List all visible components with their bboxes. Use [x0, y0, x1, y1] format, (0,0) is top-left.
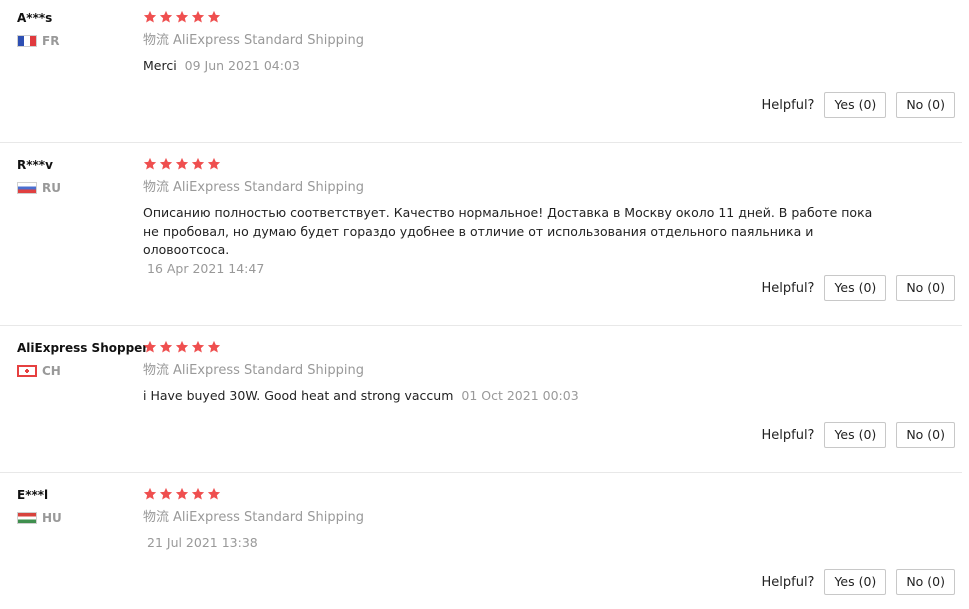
review-item: AliExpress Shopper CH 物流 AliExpress Stand…	[0, 330, 962, 473]
star-rating	[143, 155, 923, 173]
star-icon	[175, 340, 189, 353]
star-icon	[207, 10, 221, 23]
reviewer-name: AliExpress Shopper	[17, 341, 149, 355]
review-list: A***s FR 物流 AliExpress Standard Shipping …	[0, 0, 969, 609]
review-feedback: i Have buyed 30W. Good heat and strong v…	[143, 387, 923, 406]
reviewer-info: R***v RU	[17, 157, 142, 195]
reviewer-name: E***l	[17, 488, 49, 502]
review-date: 21 Jul 2021 13:38	[147, 535, 258, 550]
reviewer-name: A***s	[17, 11, 53, 25]
star-rating	[143, 338, 923, 356]
helpful-no-button[interactable]: No (0)	[896, 275, 955, 301]
switzerland-flag-icon	[17, 365, 37, 377]
helpful-vote: Helpful? Yes (0) No (0)	[761, 569, 955, 595]
helpful-yes-button[interactable]: Yes (0)	[824, 569, 887, 595]
star-icon	[143, 157, 157, 170]
reviewer-name: R***v	[17, 158, 53, 172]
review-text: i Have buyed 30W. Good heat and strong v…	[143, 388, 454, 403]
helpful-label: Helpful?	[761, 574, 815, 590]
shipping-method: AliExpress Standard Shipping	[173, 510, 365, 525]
hungary-flag-icon	[17, 512, 37, 524]
review-text: Merci	[143, 58, 177, 73]
helpful-vote: Helpful? Yes (0) No (0)	[761, 275, 955, 301]
review-item: E***l HU 物流 AliExpress Standard Shipping …	[0, 477, 962, 609]
logistics-label: 物流	[143, 180, 170, 195]
country-code: RU	[42, 181, 61, 195]
reviewer-country: RU	[17, 181, 142, 195]
helpful-no-button[interactable]: No (0)	[896, 569, 955, 595]
star-rating	[143, 8, 923, 26]
star-icon	[207, 340, 221, 353]
star-icon	[191, 157, 205, 170]
star-icon	[143, 487, 157, 500]
review-text: Описанию полностью соответствует. Качест…	[143, 205, 873, 257]
helpful-no-button[interactable]: No (0)	[896, 422, 955, 448]
helpful-yes-button[interactable]: Yes (0)	[824, 92, 887, 118]
shipping-method: AliExpress Standard Shipping	[173, 363, 365, 378]
france-flag-icon	[17, 35, 37, 47]
star-icon	[159, 487, 173, 500]
shipping-info: 物流 AliExpress Standard Shipping	[143, 362, 923, 380]
logistics-label: 物流	[143, 363, 170, 378]
star-icon	[175, 10, 189, 23]
reviewer-country: CH	[17, 364, 142, 378]
country-code: CH	[42, 364, 61, 378]
review-content: 物流 AliExpress Standard Shipping Описанию …	[143, 155, 923, 278]
shipping-method: AliExpress Standard Shipping	[173, 33, 365, 48]
review-item: A***s FR 物流 AliExpress Standard Shipping …	[0, 0, 962, 143]
star-icon	[159, 157, 173, 170]
helpful-no-button[interactable]: No (0)	[896, 92, 955, 118]
helpful-label: Helpful?	[761, 427, 815, 443]
reviewer-info: A***s FR	[17, 10, 142, 48]
star-icon	[191, 487, 205, 500]
review-feedback: Merci 09 Jun 2021 04:03	[143, 57, 923, 76]
reviewer-info: AliExpress Shopper CH	[17, 340, 149, 378]
helpful-label: Helpful?	[761, 97, 815, 113]
shipping-info: 物流 AliExpress Standard Shipping	[143, 179, 923, 197]
reviewer-country: HU	[17, 511, 142, 525]
russia-flag-icon	[17, 182, 37, 194]
star-icon	[175, 157, 189, 170]
logistics-label: 物流	[143, 510, 170, 525]
reviewer-info: E***l HU	[17, 487, 142, 525]
reviewer-country: FR	[17, 34, 142, 48]
review-feedback: 21 Jul 2021 13:38	[143, 534, 923, 553]
star-icon	[159, 10, 173, 23]
star-icon	[143, 340, 157, 353]
review-content: 物流 AliExpress Standard Shipping Merci 09 …	[143, 8, 923, 76]
helpful-yes-button[interactable]: Yes (0)	[824, 275, 887, 301]
shipping-method: AliExpress Standard Shipping	[173, 180, 365, 195]
review-content: 物流 AliExpress Standard Shipping i Have bu…	[143, 338, 923, 406]
review-date: 09 Jun 2021 04:03	[184, 58, 300, 73]
shipping-info: 物流 AliExpress Standard Shipping	[143, 509, 923, 527]
shipping-info: 物流 AliExpress Standard Shipping	[143, 32, 923, 50]
country-code: HU	[42, 511, 62, 525]
star-icon	[207, 157, 221, 170]
star-icon	[191, 340, 205, 353]
star-icon	[143, 10, 157, 23]
logistics-label: 物流	[143, 33, 170, 48]
review-feedback: Описанию полностью соответствует. Качест…	[143, 204, 873, 278]
review-item: R***v RU 物流 AliExpress Standard Shipping …	[0, 147, 962, 326]
star-icon	[159, 340, 173, 353]
star-icon	[191, 10, 205, 23]
star-icon	[175, 487, 189, 500]
helpful-vote: Helpful? Yes (0) No (0)	[761, 92, 955, 118]
country-code: FR	[42, 34, 60, 48]
helpful-vote: Helpful? Yes (0) No (0)	[761, 422, 955, 448]
star-icon	[207, 487, 221, 500]
star-rating	[143, 485, 923, 503]
review-content: 物流 AliExpress Standard Shipping 21 Jul 20…	[143, 485, 923, 553]
helpful-label: Helpful?	[761, 280, 815, 296]
helpful-yes-button[interactable]: Yes (0)	[824, 422, 887, 448]
review-date: 01 Oct 2021 00:03	[461, 388, 579, 403]
